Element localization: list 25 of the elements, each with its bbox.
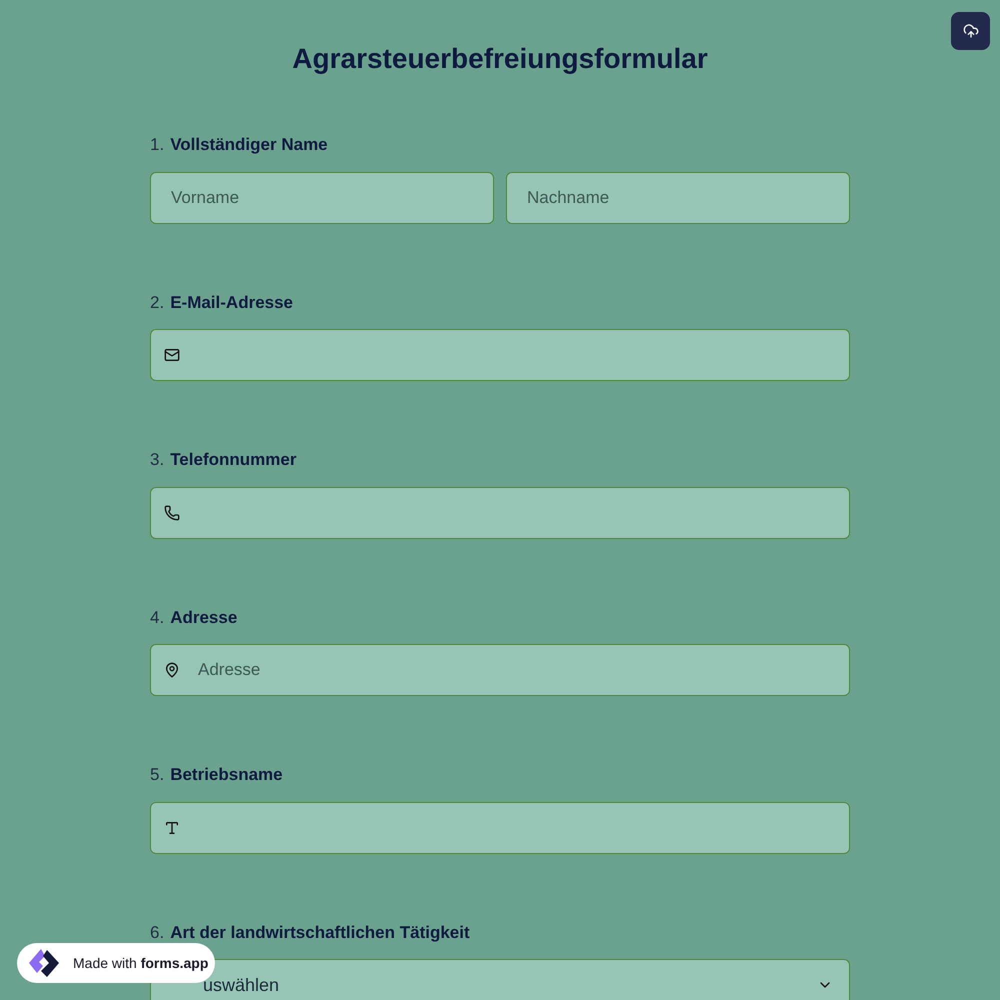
question-label: Telefonnummer [170,449,296,471]
text-icon [164,820,180,836]
map-pin-icon [164,662,180,678]
input-field[interactable] [150,329,850,381]
form-title: Agrarsteuerbefreiungsformular [292,42,708,76]
phone-icon [164,504,180,520]
input-field[interactable] [150,486,850,538]
question-number: 5. [150,764,164,786]
question-label: E-Mail-Adresse [170,292,294,314]
question-number: 4. [150,606,164,628]
input-field[interactable]: Adresse [150,644,850,696]
question-label: Vollständiger Name [170,134,328,156]
question-number: 2. [150,292,164,314]
input-field[interactable] [150,802,850,854]
question-number: 3. [150,449,164,471]
text-field[interactable]: Vorname [150,172,494,224]
text-field[interactable]: Nachname [506,172,850,224]
question-number: 1. [150,134,164,156]
question-label: Adresse [170,606,238,628]
question-label: Betriebsname [170,764,283,786]
upload-button[interactable] [951,12,990,50]
question-label: Art der landwirtschaftlichen Tätigkeit [170,922,470,944]
mail-icon [164,347,180,363]
question-number: 6. [150,922,164,944]
cloud-upload-icon [962,23,978,39]
